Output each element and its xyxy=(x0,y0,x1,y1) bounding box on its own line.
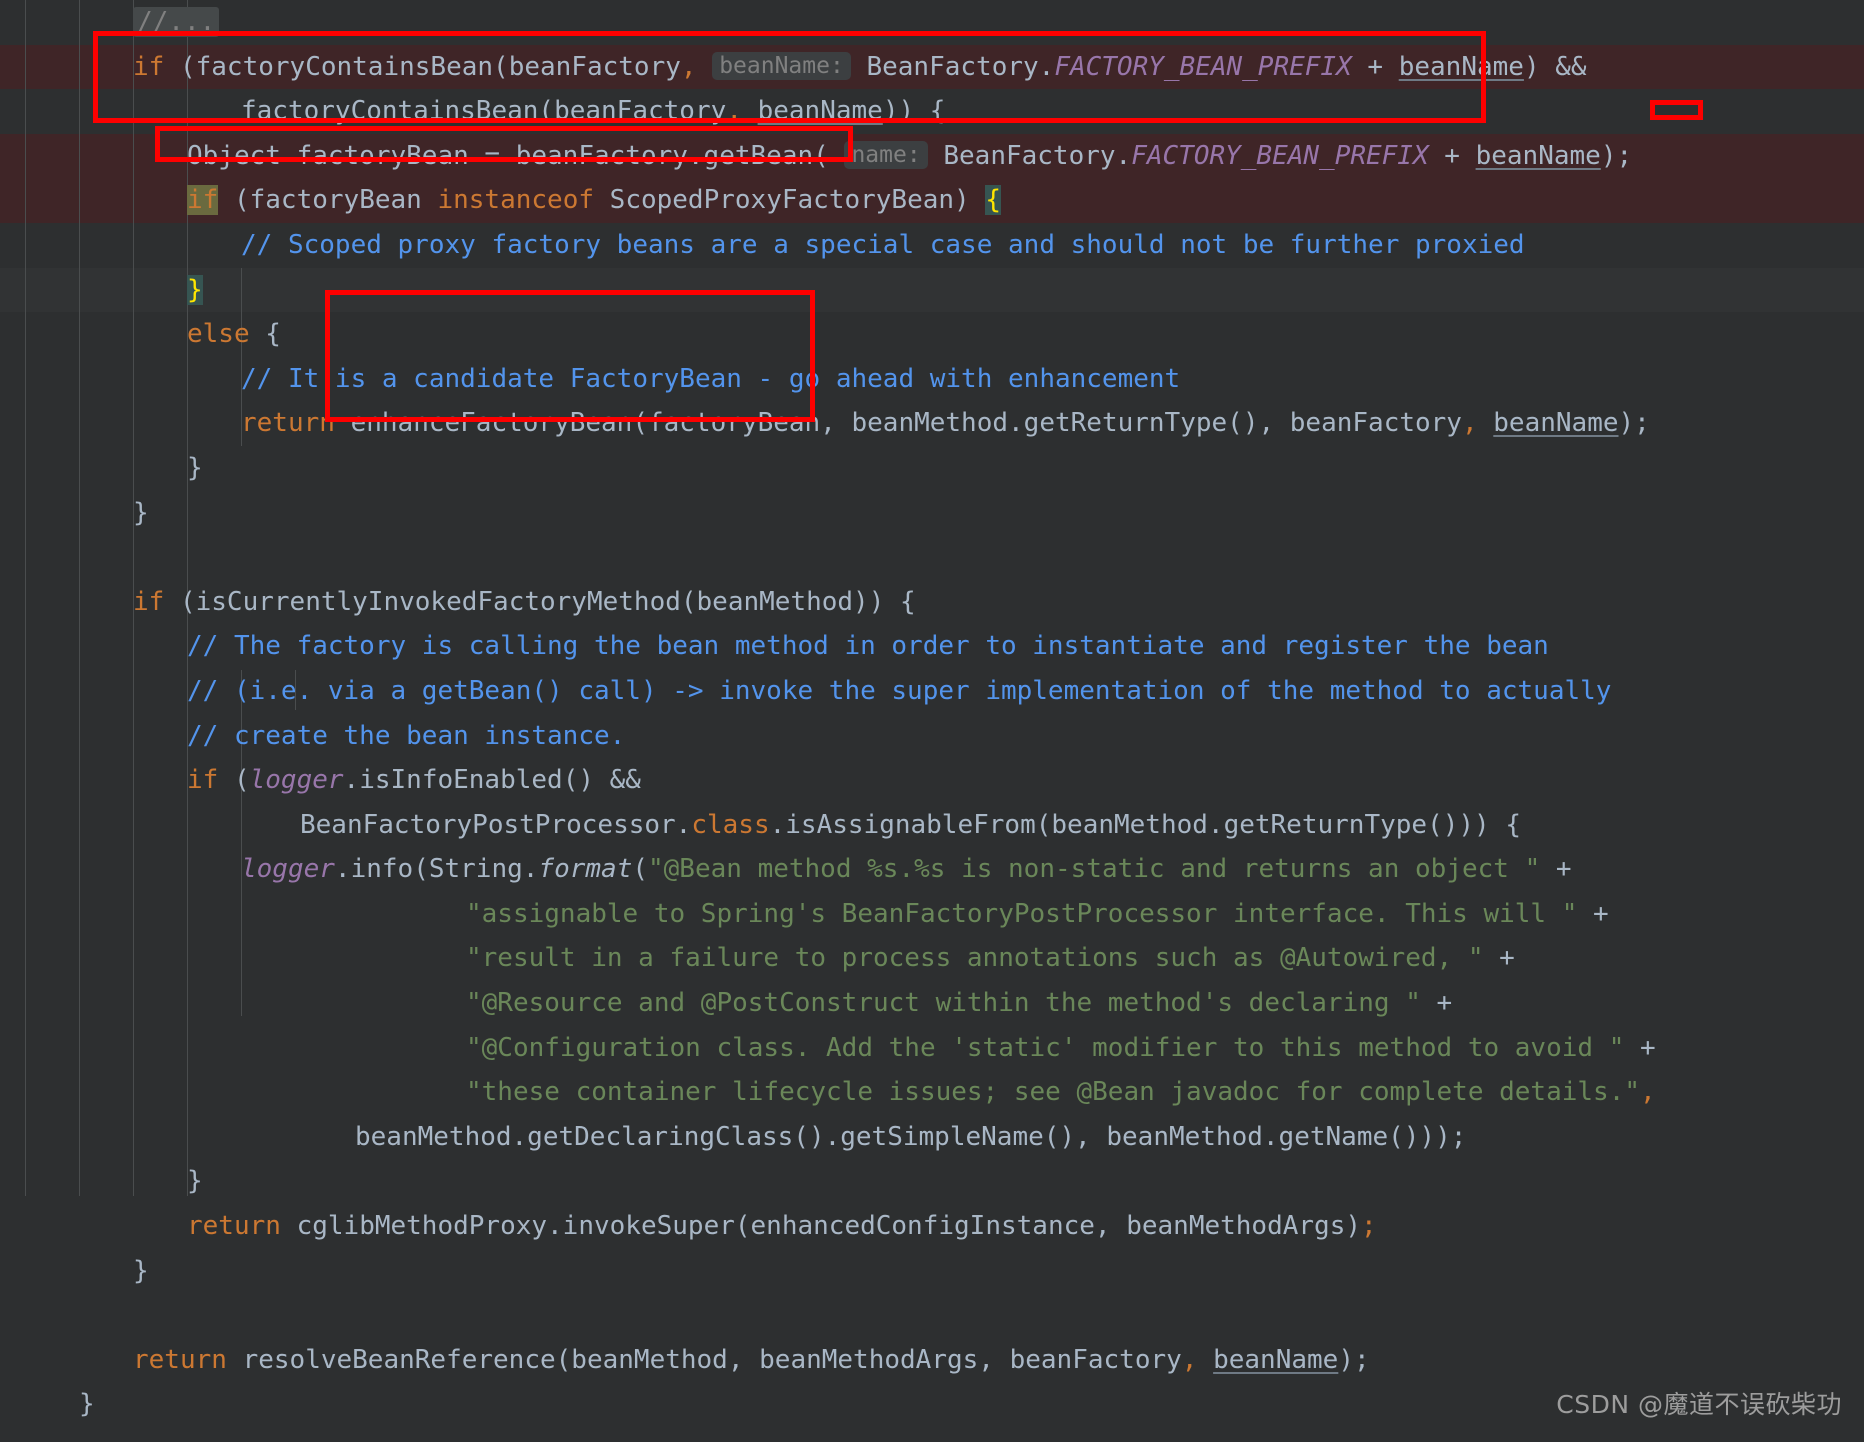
code-line[interactable]: if (logger.isInfoEnabled() && xyxy=(0,758,1864,803)
code-line[interactable]: return cglibMethodProxy.invokeSuper(enha… xyxy=(0,1204,1864,1249)
code-line[interactable]: return resolveBeanReference(beanMethod, … xyxy=(0,1338,1864,1383)
code-line[interactable]: } xyxy=(0,491,1864,536)
code-line[interactable]: "@Resource and @PostConstruct within the… xyxy=(0,981,1864,1026)
watermark: CSDN @魔道不误砍柴功 xyxy=(1556,1390,1842,1420)
code-line[interactable]: "assignable to Spring's BeanFactoryPostP… xyxy=(0,892,1864,937)
code-line[interactable]: } xyxy=(0,446,1864,491)
code-line[interactable]: //... xyxy=(0,0,1864,45)
code-line[interactable]: // The factory is calling the bean metho… xyxy=(0,624,1864,669)
code-line[interactable]: beanMethod.getDeclaringClass().getSimple… xyxy=(0,1115,1864,1160)
inlay-hint-beanname: beanName: xyxy=(712,51,851,80)
code-line[interactable]: "these container lifecycle issues; see @… xyxy=(0,1070,1864,1115)
code-line[interactable]: logger.info(String.format("@Bean method … xyxy=(0,847,1864,892)
code-line[interactable]: if (isCurrentlyInvokedFactoryMethod(bean… xyxy=(0,580,1864,625)
inlay-hint-name: name: xyxy=(844,140,928,169)
code-line[interactable]: if (factoryContainsBean(beanFactory, bea… xyxy=(0,44,1864,90)
code-line[interactable]: "result in a failure to process annotati… xyxy=(0,936,1864,981)
code-line[interactable]: } xyxy=(0,1249,1864,1294)
code-line[interactable]: "@Configuration class. Add the 'static' … xyxy=(0,1026,1864,1071)
code-line[interactable]: } xyxy=(0,267,1864,313)
folded-region-marker[interactable]: //... xyxy=(133,7,220,37)
code-line[interactable]: BeanFactoryPostProcessor.class.isAssigna… xyxy=(0,803,1864,848)
code-line[interactable]: return enhanceFactoryBean(factoryBean, b… xyxy=(0,401,1864,446)
code-line[interactable] xyxy=(0,1293,1864,1338)
code-line[interactable]: factoryContainsBean(beanFactory, beanNam… xyxy=(0,89,1864,134)
code-line[interactable]: // create the bean instance. xyxy=(0,714,1864,759)
code-line[interactable]: Object factoryBean = beanFactory.getBean… xyxy=(0,133,1864,179)
code-line[interactable]: if (factoryBean instanceof ScopedProxyFa… xyxy=(0,178,1864,223)
code-line[interactable]: // Scoped proxy factory beans are a spec… xyxy=(0,223,1864,268)
code-line[interactable]: // It is a candidate FactoryBean - go ah… xyxy=(0,357,1864,402)
code-line[interactable]: // (i.e. via a getBean() call) -> invoke… xyxy=(0,669,1864,714)
code-editor[interactable]: //... if (factoryContainsBean(beanFactor… xyxy=(0,0,1864,1442)
code-line[interactable] xyxy=(0,535,1864,580)
code-line[interactable]: } xyxy=(0,1159,1864,1204)
code-line[interactable]: else { xyxy=(0,312,1864,357)
